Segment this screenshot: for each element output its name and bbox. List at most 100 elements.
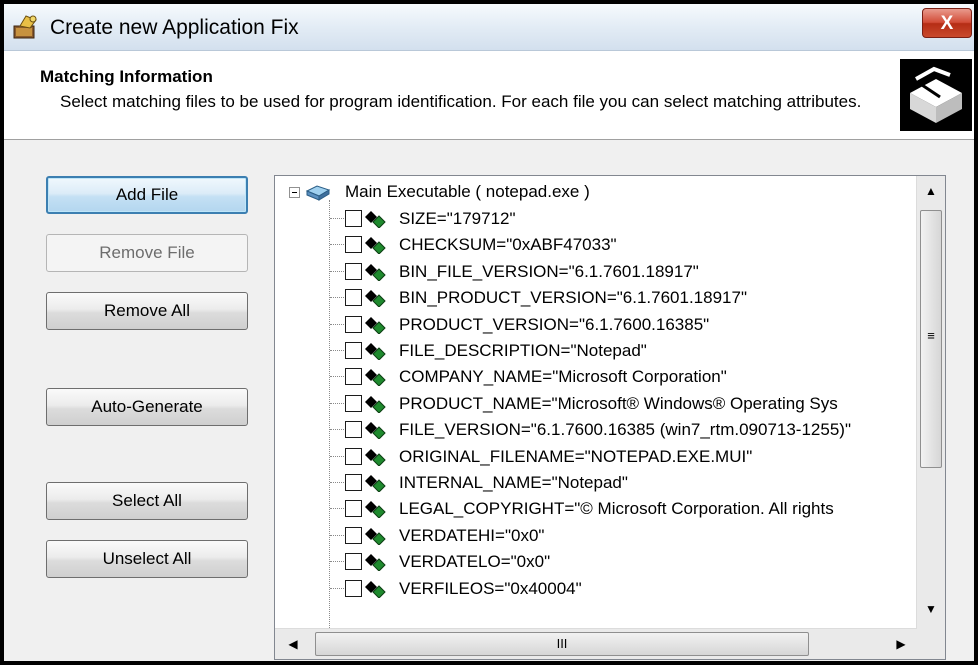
attribute-checkbox[interactable]: [345, 553, 362, 571]
close-button[interactable]: X: [922, 8, 972, 38]
attribute-icon: [365, 395, 386, 413]
tree-item-row[interactable]: SIZE="179712": [275, 206, 915, 232]
attribute-checkbox[interactable]: [345, 236, 362, 254]
attribute-checkbox[interactable]: [345, 421, 362, 439]
scroll-up-icon[interactable]: ▲: [917, 184, 945, 198]
attribute-label: BIN_PRODUCT_VERSION="6.1.7601.18917": [399, 288, 747, 308]
attribute-label: VERDATEHI="0x0": [399, 525, 545, 545]
attribute-checkbox[interactable]: [345, 210, 362, 227]
tree-item-row[interactable]: VERFILEOS="0x40004": [275, 576, 915, 602]
attribute-icon: [365, 316, 386, 334]
attribute-icon: [365, 263, 386, 281]
application-fix-dialog: Create new Application Fix X Matching In…: [4, 4, 974, 661]
tree-connector: [330, 402, 344, 404]
tree-connector: [330, 429, 344, 431]
attribute-label: PRODUCT_VERSION="6.1.7600.16385": [399, 314, 710, 334]
tree-item-row[interactable]: INTERNAL_NAME="Notepad": [275, 470, 915, 496]
attribute-icon: [365, 422, 386, 440]
attribute-checkbox[interactable]: [345, 394, 362, 412]
add-file-button[interactable]: Add File: [46, 176, 248, 214]
attribute-label: FILE_DESCRIPTION="Notepad": [399, 341, 647, 360]
header-description: Select matching files to be used for pro…: [60, 92, 862, 111]
vertical-scrollbar[interactable]: ▲ ≡ ▼: [916, 176, 945, 630]
attribute-checkbox[interactable]: [345, 447, 362, 465]
attribute-label: COMPANY_NAME="Microsoft Corporation": [399, 367, 727, 387]
application-fix-icon: [13, 15, 37, 39]
tree-item-row[interactable]: PRODUCT_NAME="Microsoft® Windows® Operat…: [275, 391, 915, 417]
tree-connector: [330, 376, 344, 378]
tree-item-row[interactable]: FILE_VERSION="6.1.7600.16385 (win7_rtm.0…: [275, 417, 915, 443]
scroll-left-icon[interactable]: ◀: [279, 637, 307, 651]
tree-item-row[interactable]: BIN_FILE_VERSION="6.1.7601.18917": [275, 259, 915, 285]
attribute-icon: [365, 580, 386, 598]
wizard-header: Matching Information Select matching fil…: [4, 51, 974, 140]
title-bar[interactable]: Create new Application Fix X: [4, 4, 974, 51]
attribute-checkbox[interactable]: [345, 262, 362, 280]
scroll-right-icon[interactable]: ▶: [887, 637, 915, 651]
compatibility-box-icon: [900, 59, 972, 131]
attribute-checkbox[interactable]: [345, 500, 362, 518]
attribute-icon: [365, 343, 386, 360]
grip-icon: ≡: [927, 328, 935, 343]
attribute-label: VERDATELO="0x0": [399, 552, 551, 572]
attribute-icon: [365, 369, 386, 387]
tree-item-row[interactable]: FILE_DESCRIPTION="Notepad": [275, 338, 915, 364]
attribute-checkbox[interactable]: [345, 474, 362, 491]
tree-item-row[interactable]: BIN_PRODUCT_VERSION="6.1.7601.18917": [275, 285, 915, 311]
tree-item-row[interactable]: VERDATELO="0x0": [275, 549, 915, 575]
attribute-label: PRODUCT_NAME="Microsoft® Windows® Operat…: [399, 393, 838, 413]
attribute-label: INTERNAL_NAME="Notepad": [399, 473, 628, 492]
window-title: Create new Application Fix: [50, 16, 299, 39]
tree-connector: [330, 218, 344, 219]
tree-item-row[interactable]: VERDATEHI="0x0": [275, 523, 915, 549]
matching-files-tree[interactable]: Main Executable ( notepad.exe ) SIZE="17…: [274, 175, 946, 660]
tree-connector: [330, 482, 344, 483]
attribute-icon: [365, 290, 386, 308]
tree-connector: [330, 350, 344, 351]
scroll-down-icon[interactable]: ▼: [917, 602, 945, 616]
attribute-checkbox[interactable]: [345, 368, 362, 386]
auto-generate-button[interactable]: Auto-Generate: [46, 388, 248, 426]
tree-item-row[interactable]: CHECKSUM="0xABF47033": [275, 232, 915, 258]
remove-file-button[interactable]: Remove File: [46, 234, 248, 272]
attribute-checkbox[interactable]: [345, 579, 362, 597]
attribute-label: CHECKSUM="0xABF47033": [399, 235, 617, 255]
tree-item-row[interactable]: COMPANY_NAME="Microsoft Corporation": [275, 364, 915, 390]
collapse-icon[interactable]: [289, 187, 300, 198]
horizontal-scrollbar[interactable]: ◀ III ▶: [275, 628, 917, 659]
attribute-icon: [365, 527, 386, 545]
remove-all-button[interactable]: Remove All: [46, 292, 248, 330]
tree-connector: [330, 587, 344, 589]
scrollbar-corner: [917, 629, 945, 659]
tree-root-main-executable[interactable]: Main Executable ( notepad.exe ): [275, 180, 915, 204]
vertical-scroll-thumb[interactable]: ≡: [920, 210, 942, 468]
attribute-checkbox[interactable]: [345, 342, 362, 359]
tree-root-label: Main Executable ( notepad.exe ): [345, 182, 590, 201]
attribute-label: ORIGINAL_FILENAME="NOTEPAD.EXE.MUI": [399, 446, 753, 466]
attribute-checkbox[interactable]: [345, 315, 362, 333]
select-all-button[interactable]: Select All: [46, 482, 248, 520]
attribute-label: BIN_FILE_VERSION="6.1.7601.18917": [399, 261, 699, 281]
tree-connector: [330, 561, 344, 563]
tree-item-row[interactable]: LEGAL_COPYRIGHT="© Microsoft Corporation…: [275, 496, 915, 522]
attribute-label: SIZE="179712": [399, 209, 516, 228]
tree-item-row[interactable]: ORIGINAL_FILENAME="NOTEPAD.EXE.MUI": [275, 444, 915, 470]
tree-connector: [330, 455, 344, 457]
tree-item-row[interactable]: PRODUCT_VERSION="6.1.7600.16385": [275, 312, 915, 338]
tree-connector: [330, 297, 344, 299]
attribute-icon: [365, 237, 386, 255]
tree-connector: [330, 508, 344, 510]
attribute-label: LEGAL_COPYRIGHT="© Microsoft Corporation…: [399, 499, 834, 519]
attribute-checkbox[interactable]: [345, 289, 362, 307]
attribute-icon: [365, 475, 386, 492]
tree-connector: [330, 323, 344, 325]
attribute-icon: [365, 448, 386, 466]
attribute-checkbox[interactable]: [345, 526, 362, 544]
attribute-icon: [365, 501, 386, 519]
attribute-icon: [365, 554, 386, 572]
horizontal-scroll-thumb[interactable]: III: [315, 632, 809, 656]
tree-connector: [330, 244, 344, 246]
unselect-all-button[interactable]: Unselect All: [46, 540, 248, 578]
attribute-icon: [365, 211, 386, 228]
attribute-label: VERFILEOS="0x40004": [399, 578, 582, 598]
